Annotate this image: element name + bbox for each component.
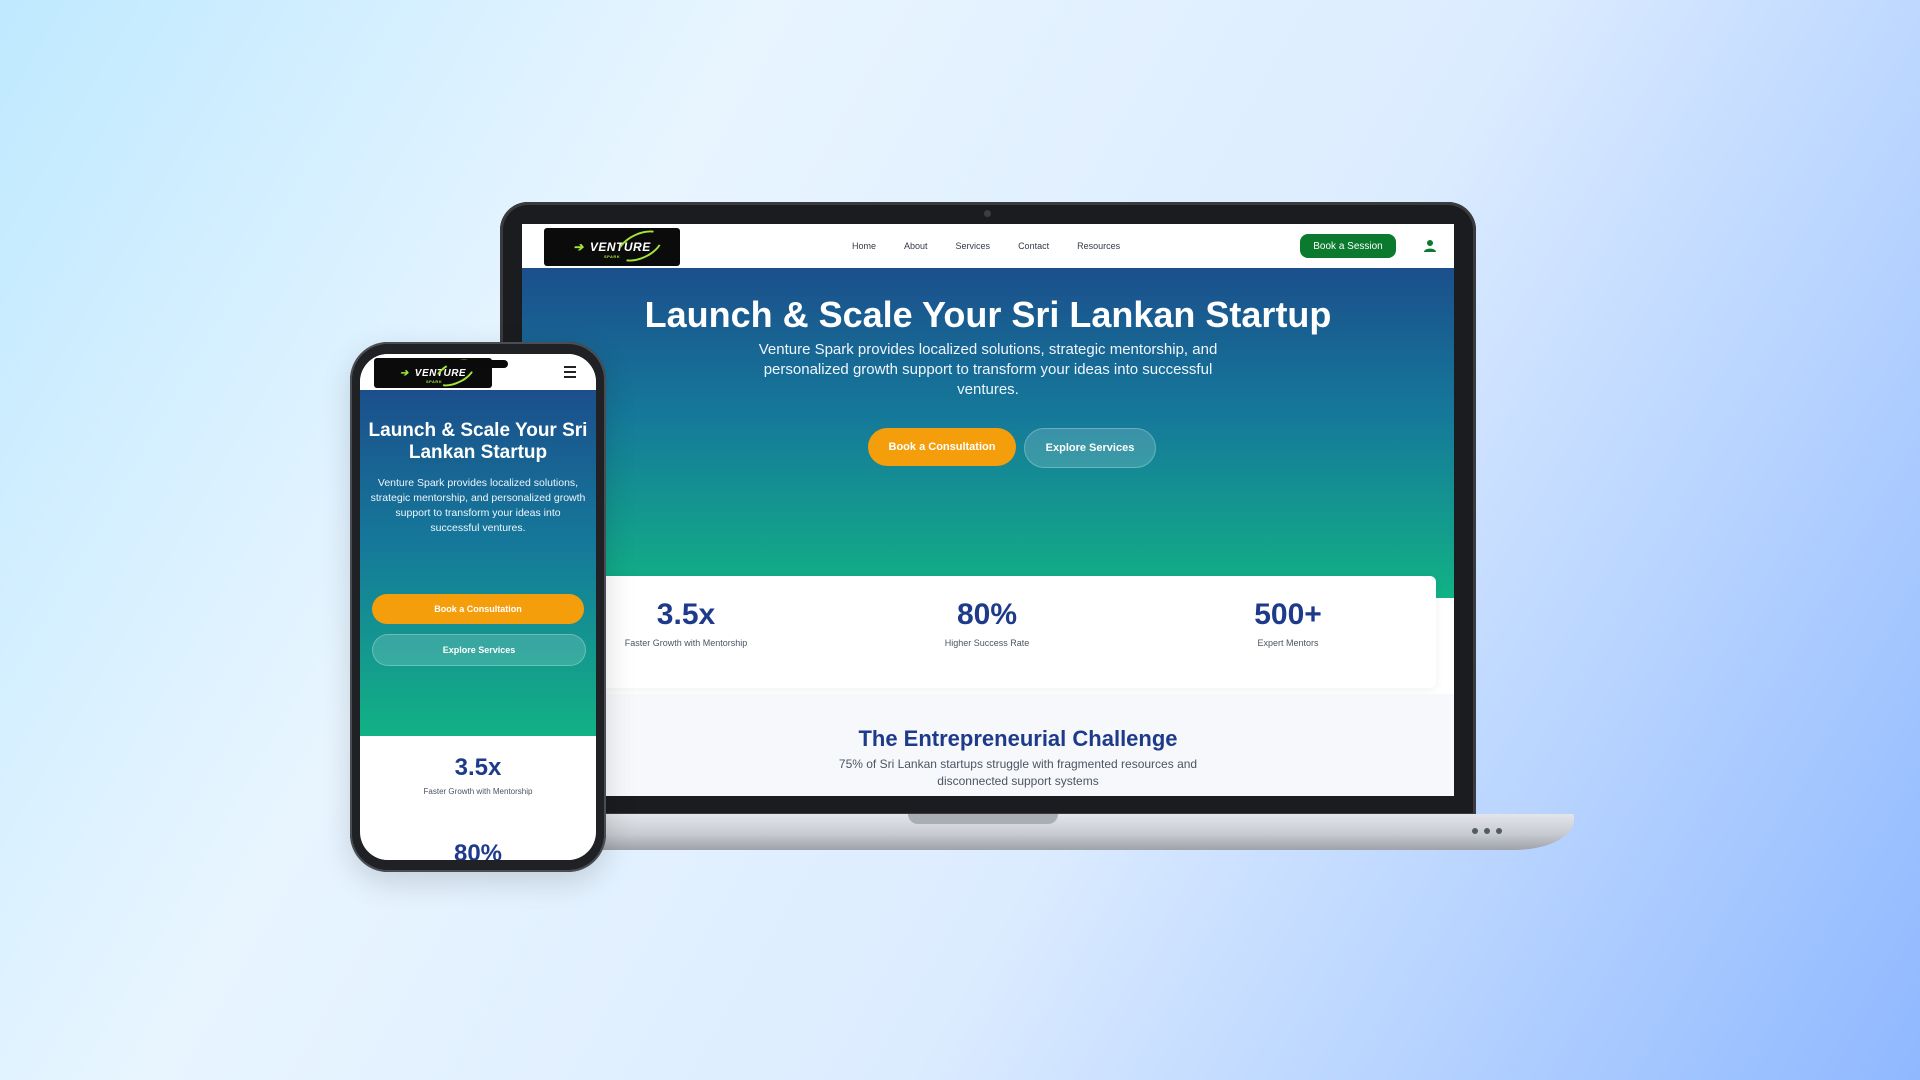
mobile-site: ➔ VENTURE SPARK Launch & Scale Your Sri … — [360, 354, 596, 860]
desktop-site: ➔ VENTURE SPARK Home About Services Cont… — [522, 224, 1454, 796]
stat-value: 500+ — [1254, 598, 1322, 631]
stat-label: Higher Success Rate — [944, 638, 1030, 648]
logo-subtext: SPARK — [426, 379, 443, 384]
explore-services-button[interactable]: Explore Services — [1024, 428, 1156, 468]
laptop-mockup: ➔ VENTURE SPARK Home About Services Cont… — [500, 202, 1476, 816]
arrow-icon: ➔ — [573, 240, 584, 254]
phone-mockup: ➔ VENTURE SPARK Launch & Scale Your Sri … — [350, 342, 606, 872]
logo-subtext: SPARK — [604, 254, 621, 259]
hamburger-menu-icon[interactable] — [564, 366, 576, 381]
challenge-section: The Entrepreneurial Challenge 75% of Sri… — [582, 694, 1454, 796]
camera-icon — [984, 210, 991, 217]
stat-growth: 3.5x Faster Growth with Mentorship — [370, 754, 586, 796]
desktop-navbar: ➔ VENTURE SPARK Home About Services Cont… — [522, 224, 1454, 269]
stat-value: 3.5x — [656, 598, 716, 631]
nav-item-home[interactable]: Home — [852, 241, 876, 251]
book-consultation-button[interactable]: Book a Consultation — [868, 428, 1016, 466]
hero-subtitle: Venture Spark provides localized solutio… — [370, 477, 586, 534]
arrow-icon: ➔ — [399, 367, 409, 379]
indicator-lights — [1472, 828, 1502, 834]
nav-item-about[interactable]: About — [904, 241, 928, 251]
stat-label: Faster Growth with Mentorship — [423, 787, 533, 796]
hero-title: Launch & Scale Your Sri Lankan Startup — [644, 294, 1332, 335]
laptop-base — [508, 814, 1574, 850]
book-consultation-button[interactable]: Book a Consultation — [372, 594, 584, 624]
mobile-stats-card: 3.5x Faster Growth with Mentorship 80% — [370, 736, 586, 860]
hero-title: Launch & Scale Your Sri Lankan Startup — [368, 420, 588, 463]
nav-item-resources[interactable]: Resources — [1077, 241, 1120, 251]
stat-growth: 3.5x Faster Growth with Mentorship — [576, 598, 796, 648]
phone-dynamic-island — [446, 360, 508, 368]
stat-label: Expert Mentors — [1257, 638, 1319, 648]
mobile-hero-section: Launch & Scale Your Sri Lankan Startup V… — [360, 390, 596, 736]
stat-success: 80% — [370, 840, 586, 860]
stat-value: 80% — [956, 598, 1018, 631]
stat-label: Faster Growth with Mentorship — [624, 638, 748, 648]
trackpad-notch — [908, 814, 1058, 824]
explore-services-button[interactable]: Explore Services — [372, 634, 586, 666]
nav-menu: Home About Services Contact Resources — [852, 224, 1120, 268]
book-session-button[interactable]: Book a Session — [1300, 234, 1396, 258]
stats-card: 3.5x Faster Growth with Mentorship 80% H… — [582, 576, 1436, 688]
stat-value: 80% — [453, 840, 503, 860]
hero-subtitle: Venture Spark provides localized solutio… — [758, 341, 1218, 398]
venture-spark-logo[interactable]: ➔ VENTURE SPARK — [544, 224, 680, 268]
swoosh-icon — [612, 224, 668, 268]
challenge-text: 75% of Sri Lankan startups struggle with… — [838, 757, 1198, 788]
nav-item-contact[interactable]: Contact — [1018, 241, 1049, 251]
hero-section: Launch & Scale Your Sri Lankan Startup V… — [522, 268, 1454, 598]
stat-value: 3.5x — [454, 754, 502, 781]
challenge-title: The Entrepreneurial Challenge — [858, 726, 1178, 751]
user-icon[interactable] — [1418, 234, 1442, 258]
stat-mentors: 500+ Expert Mentors — [1178, 598, 1398, 648]
nav-item-services[interactable]: Services — [956, 241, 991, 251]
stat-success: 80% Higher Success Rate — [877, 598, 1097, 648]
